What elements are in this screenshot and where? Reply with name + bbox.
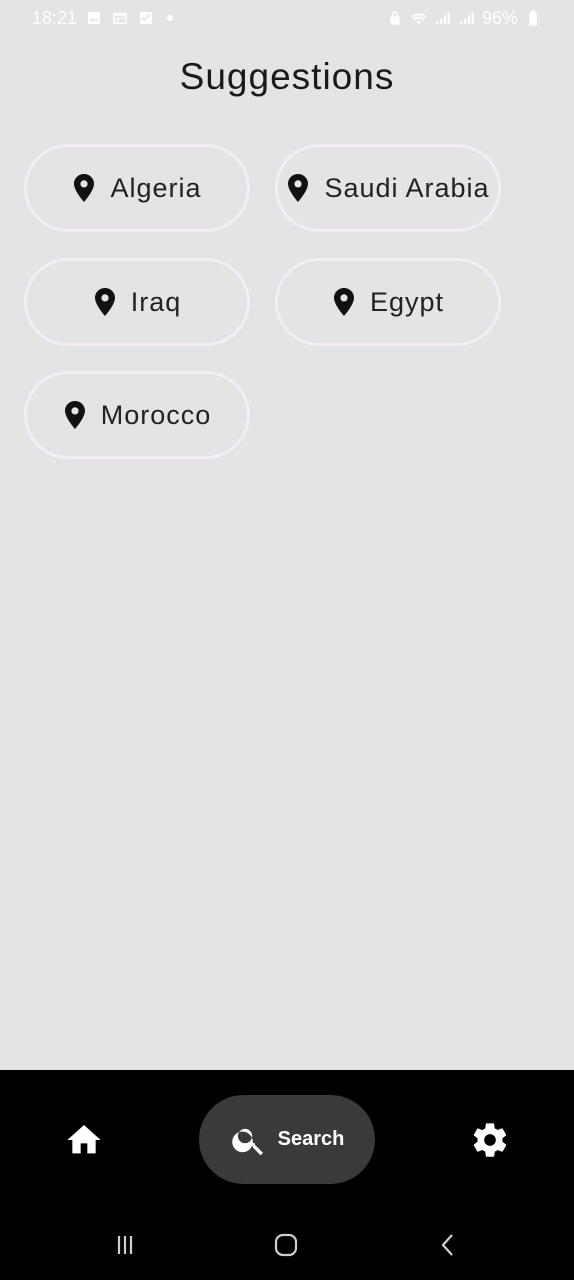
calendar-icon	[111, 9, 129, 27]
gear-icon	[470, 1120, 510, 1160]
suggestion-chip-morocco[interactable]: Morocco	[24, 371, 250, 459]
signal-icon	[458, 9, 476, 27]
nav-search-button[interactable]: Search	[199, 1095, 375, 1184]
suggestion-chip-saudi-arabia[interactable]: Saudi Arabia	[275, 144, 501, 232]
location-pin-icon	[63, 400, 87, 430]
nav-search-label: Search	[277, 1128, 345, 1150]
location-pin-icon	[286, 173, 310, 203]
bottom-nav: Search	[0, 1070, 574, 1210]
home-circle-icon	[271, 1230, 301, 1260]
battery-icon	[524, 9, 542, 27]
chip-label: Saudi Arabia	[324, 172, 490, 203]
system-home-button[interactable]	[266, 1230, 306, 1260]
system-nav-bar	[0, 1210, 574, 1280]
checkbox-icon	[137, 9, 155, 27]
battery-percent: 96%	[481, 7, 518, 28]
chip-label: Egypt	[369, 286, 445, 317]
location-pin-icon	[93, 287, 117, 317]
screen: 18:21 96% Suggestions Algeria Saudi Arab…	[0, 0, 574, 1280]
page-title: Suggestions	[179, 56, 395, 97]
lock-icon	[386, 9, 404, 27]
search-icon	[230, 1121, 268, 1159]
status-right: 96%	[386, 8, 542, 29]
chip-label: Morocco	[100, 399, 212, 430]
location-pin-icon	[332, 287, 356, 317]
back-button[interactable]	[428, 1230, 468, 1260]
suggestion-chip-iraq[interactable]: Iraq	[24, 258, 250, 346]
wifi-icon	[410, 9, 428, 27]
home-icon	[64, 1120, 104, 1160]
status-bar: 18:21 96%	[0, 0, 574, 36]
suggestion-chip-algeria[interactable]: Algeria	[24, 144, 250, 232]
suggestion-chip-egypt[interactable]: Egypt	[275, 258, 501, 346]
status-left: 18:21	[32, 7, 174, 29]
signal-icon	[434, 9, 452, 27]
nav-home-button[interactable]	[62, 1118, 106, 1162]
chip-label: Algeria	[110, 172, 202, 203]
dot-icon	[167, 15, 174, 21]
recents-icon	[110, 1230, 140, 1260]
image-icon	[85, 9, 103, 27]
chip-label: Iraq	[130, 286, 182, 317]
back-icon	[433, 1230, 463, 1260]
nav-settings-button[interactable]	[468, 1118, 512, 1162]
location-pin-icon	[72, 173, 96, 203]
recents-button[interactable]	[105, 1230, 145, 1260]
status-time: 18:21	[32, 7, 78, 28]
